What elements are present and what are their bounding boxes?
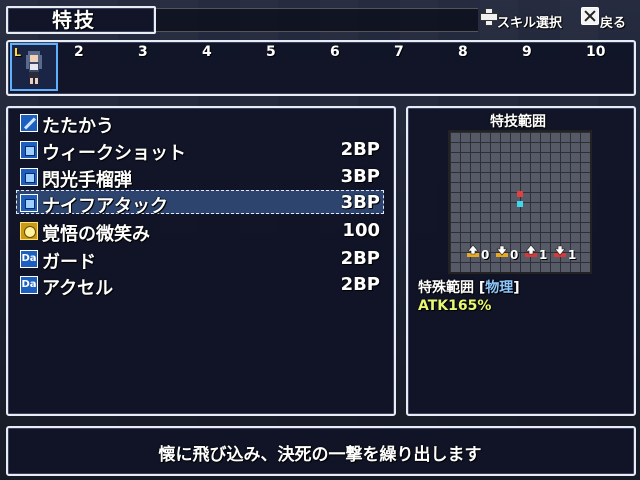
party-slot-number[interactable]: 9 xyxy=(522,44,532,60)
attack-icon xyxy=(20,114,38,132)
range-user-cell xyxy=(517,201,523,207)
skill-name: 閃光手榴弾 xyxy=(42,170,132,191)
range-type-label: 特殊範囲 xyxy=(418,280,474,296)
skill-name: ガード xyxy=(42,252,96,273)
skill-item-flash-grenade[interactable]: 閃光手榴弾 3BP xyxy=(20,166,384,191)
attribute-label: 物理 xyxy=(485,280,514,296)
party-slot-number[interactable]: 6 xyxy=(330,44,340,60)
range-indicator-value: 1 xyxy=(568,248,577,262)
skill-name: ウィークショット xyxy=(42,143,186,164)
skill-item-attack[interactable]: たたかう xyxy=(20,112,384,137)
bracket-close: ] xyxy=(513,280,520,296)
party-slot-number[interactable]: 4 xyxy=(202,44,212,60)
back-hint[interactable]: 戻る xyxy=(600,12,626,31)
skill-icon xyxy=(20,194,38,212)
skill-item-resolve-smile[interactable]: 覚悟の微笑み 100 xyxy=(20,220,384,245)
leader-mark: L xyxy=(14,46,22,59)
skill-item-accel[interactable]: Da アクセル 2BP xyxy=(20,274,384,299)
skill-icon xyxy=(20,168,38,186)
party-slot-number[interactable]: 8 xyxy=(458,44,468,60)
party-slot-number[interactable]: 2 xyxy=(74,44,84,60)
range-type: 特殊範囲 [物理] xyxy=(418,277,520,297)
range-indicator-value: 1 xyxy=(539,248,548,262)
range-target-cell xyxy=(517,191,523,197)
cross-button-icon[interactable] xyxy=(581,7,599,25)
skill-name: ナイフアタック xyxy=(42,196,168,217)
skill-item-weak-shot[interactable]: ウィークショット 2BP xyxy=(20,139,384,164)
skill-cost: 3BP xyxy=(340,192,380,213)
skill-cost: 2BP xyxy=(340,248,380,269)
screen-title: 特技 xyxy=(52,8,96,32)
skill-item-guard[interactable]: Da ガード 2BP xyxy=(20,248,384,273)
skill-cost: 3BP xyxy=(340,166,380,187)
range-indicator-value: 0 xyxy=(481,248,490,262)
skill-cost: 100 xyxy=(342,220,380,241)
skill-name: アクセル xyxy=(42,278,114,299)
arrow-up-icon xyxy=(525,244,537,257)
skill-cost: 2BP xyxy=(340,274,380,295)
party-slot-number[interactable]: 3 xyxy=(138,44,148,60)
skill-icon xyxy=(20,141,38,159)
skill-cost: 2BP xyxy=(340,139,380,160)
range-title: 特技範囲 xyxy=(490,114,546,130)
atk-multiplier: ATK165% xyxy=(418,298,492,314)
skill-name: 覚悟の微笑み xyxy=(42,224,150,245)
party-slot-number[interactable]: 10 xyxy=(586,44,605,60)
skill-select-hint: スキル選択 xyxy=(497,16,563,31)
arrow-down-icon xyxy=(496,245,508,257)
special-gold-icon xyxy=(20,222,38,240)
party-member-slot-1[interactable]: L xyxy=(10,43,58,91)
skill-name: たたかう xyxy=(42,116,114,137)
skill-description: 懐に飛び込み、決死の一撃を繰り出します xyxy=(158,445,482,465)
party-slot-number[interactable]: 5 xyxy=(266,44,276,60)
da-icon: Da xyxy=(20,250,38,268)
dpad-icon xyxy=(480,8,498,26)
da-icon: Da xyxy=(20,276,38,294)
arrow-up-icon xyxy=(467,244,479,257)
header-strip xyxy=(156,8,478,32)
party-panel xyxy=(6,40,636,96)
arrow-down-icon xyxy=(554,245,566,257)
party-slot-number[interactable]: 7 xyxy=(394,44,404,60)
character-sprite-icon xyxy=(26,51,42,84)
skill-item-knife-attack[interactable]: ナイフアタック 3BP xyxy=(20,192,384,217)
range-indicator-value: 0 xyxy=(510,248,519,262)
